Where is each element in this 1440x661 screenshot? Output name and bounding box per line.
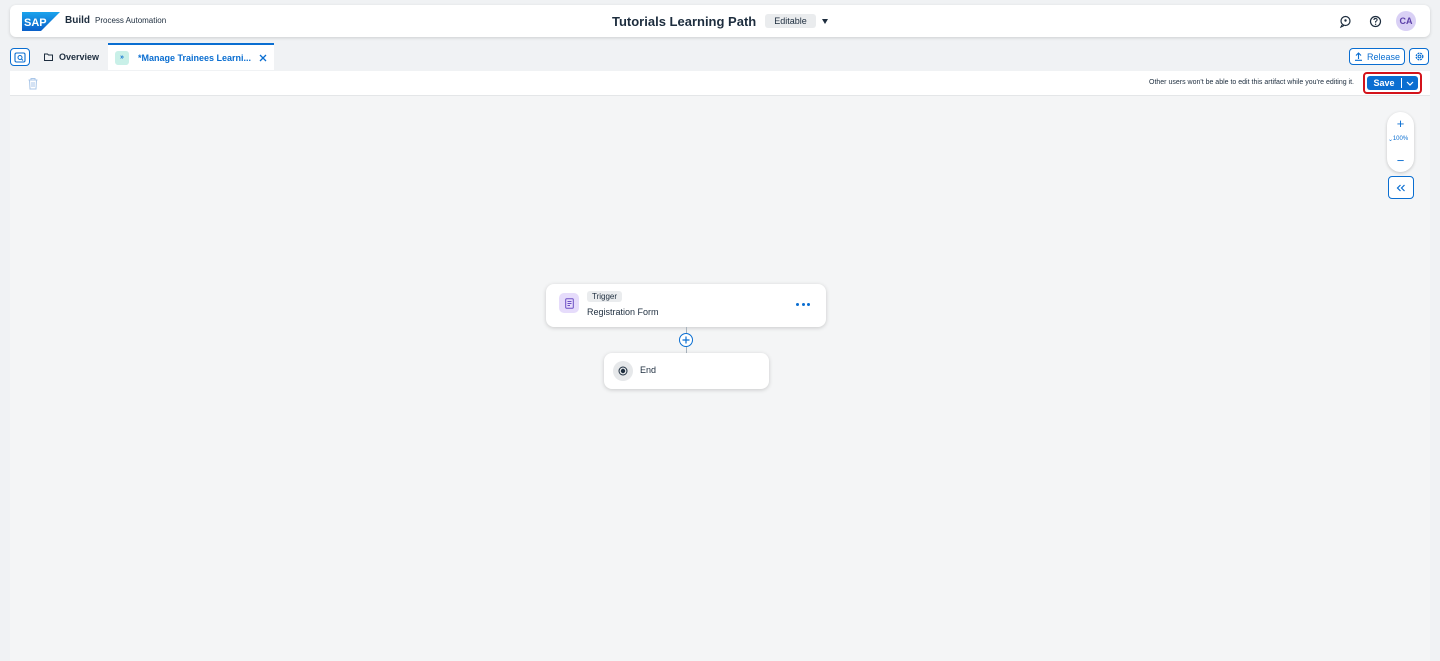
status-badge: Editable — [765, 14, 816, 28]
tab-overview-label: Overview — [59, 52, 100, 62]
end-label: End — [640, 365, 657, 375]
process-canvas[interactable]: + ⌄ 100% − Trigger Registration Form End — [10, 96, 1430, 661]
delete-icon[interactable] — [27, 77, 39, 90]
collapse-panel-button[interactable] — [1388, 176, 1414, 199]
add-step-icon[interactable] — [679, 333, 693, 347]
brand-label: Build — [65, 15, 90, 26]
folder-icon — [44, 53, 53, 61]
trigger-badge: Trigger — [587, 291, 623, 302]
page-title: Tutorials Learning Path — [612, 13, 757, 29]
more-options-icon[interactable] — [796, 299, 810, 309]
edit-lock-message: Other users won't be able to edit this a… — [1149, 79, 1354, 86]
zoom-in-icon[interactable]: + — [1387, 115, 1414, 131]
zoom-control: + ⌄ 100% − — [1387, 112, 1414, 172]
upload-icon — [1354, 52, 1362, 61]
svg-text:SAP: SAP — [24, 17, 47, 29]
editor-toolbar: Other users won't be able to edit this a… — [10, 71, 1430, 96]
close-icon[interactable] — [258, 53, 268, 63]
title-area: Tutorials Learning Path Editable — [612, 12, 828, 30]
zoom-level[interactable]: 100% — [1387, 136, 1414, 142]
search-window-icon — [14, 51, 26, 63]
product-label: Process Automation — [95, 16, 167, 25]
settings-button[interactable] — [1409, 48, 1429, 65]
process-icon: » — [115, 50, 129, 65]
trigger-name: Registration Form — [587, 307, 659, 317]
avatar[interactable]: CA — [1396, 11, 1416, 31]
chevron-down-icon[interactable] — [1402, 81, 1418, 86]
release-button[interactable]: Release — [1349, 48, 1405, 65]
tab-process[interactable]: » *Manage Trainees Learni... — [108, 43, 274, 70]
save-highlight: Save — [1363, 72, 1422, 94]
gear-icon — [1415, 52, 1423, 61]
shell-bar: SAP Build Process Automation Tutorials L… — [10, 5, 1430, 37]
sap-logo[interactable]: SAP — [22, 12, 60, 31]
navigation-button[interactable] — [10, 48, 30, 66]
trigger-node[interactable]: Trigger Registration Form — [546, 284, 826, 327]
save-label: Save — [1367, 78, 1402, 88]
form-icon — [559, 293, 579, 313]
title-dropdown-icon[interactable] — [821, 18, 828, 24]
tab-bar: Overview » *Manage Trainees Learni... Re… — [10, 43, 1430, 70]
end-node[interactable]: End — [604, 353, 769, 389]
double-chevron-left-icon — [1396, 184, 1405, 191]
tab-overview[interactable]: Overview — [44, 52, 99, 62]
tab-process-label: *Manage Trainees Learni... — [138, 52, 252, 63]
help-icon[interactable] — [1367, 13, 1383, 29]
zoom-out-icon[interactable]: − — [1387, 152, 1414, 168]
feedback-icon[interactable] — [1337, 13, 1353, 29]
end-icon — [613, 361, 633, 381]
release-label: Release — [1366, 51, 1401, 62]
save-button[interactable]: Save — [1367, 76, 1418, 90]
